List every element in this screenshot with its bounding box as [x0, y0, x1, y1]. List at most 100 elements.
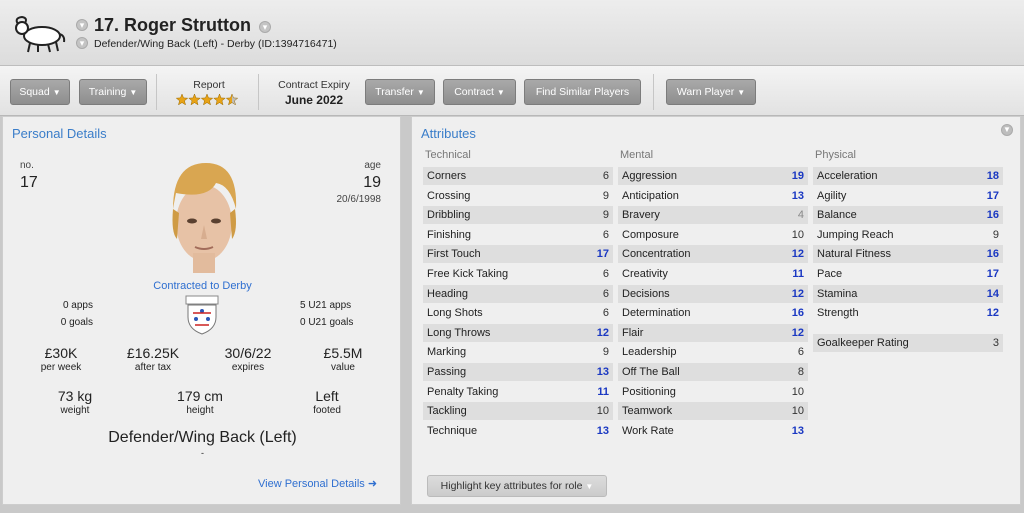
attribute-value: 10 — [791, 228, 804, 241]
attribute-name: Natural Fitness — [817, 248, 891, 261]
attribute-row: Agility 17 — [813, 187, 1003, 205]
wage-value: £30K — [44, 345, 78, 361]
attribute-name: Leadership — [622, 346, 677, 359]
player-name: 17. Roger Strutton — [94, 15, 252, 35]
attribute-name: Agility — [817, 189, 847, 202]
attribute-value: 6 — [602, 170, 609, 182]
attribute-row: Finishing 6 — [423, 226, 613, 244]
info-toggle-icon[interactable]: ▾ — [76, 19, 88, 31]
attribute-row: Off The Ball 8 — [618, 362, 808, 381]
technical-column: Technical Corners 6 Crossing 9 Dribbling 9 Fin… — [423, 149, 613, 441]
contract-expires-label: expires — [231, 362, 265, 373]
panel-options-icon[interactable]: ▼ — [1001, 124, 1013, 136]
attribute-row: Balance 16 — [813, 206, 1003, 225]
attribute-row: Acceleration 18 — [813, 167, 1003, 185]
player-header: ▾ ▾ 17. Roger Strutton ▾ Defender/Wing B… — [0, 0, 1024, 66]
attribute-row: Dribbling 9 — [423, 206, 613, 225]
attribute-value: 13 — [596, 424, 609, 437]
attribute-row: Long Shots 6 — [423, 304, 613, 322]
date-of-birth: 20/6/1998 — [336, 194, 382, 205]
report-label: Report — [193, 79, 225, 91]
attribute-value: 9 — [602, 189, 609, 202]
view-personal-details-link[interactable]: View Personal Details ➜ — [258, 477, 377, 490]
attribute-name: Finishing — [427, 228, 472, 241]
position-secondary: - — [201, 448, 204, 458]
attribute-row: Technique 13 — [423, 422, 613, 440]
squad-button[interactable]: Squad ▼ — [10, 79, 70, 105]
attribute-value: 14 — [986, 287, 999, 300]
attribute-value: 6 — [602, 287, 609, 300]
attribute-row: Jumping Reach 9 — [813, 226, 1003, 244]
highlight-key-attributes-button[interactable]: Highlight key attributes for role ▼ — [427, 475, 607, 497]
attribute-value: 3 — [992, 337, 999, 350]
market-value: £5.5M — [323, 345, 363, 361]
divider — [258, 74, 259, 110]
technical-header: Technical — [425, 149, 471, 161]
attribute-name: Crossing — [427, 189, 471, 202]
report-star-rating[interactable] — [176, 93, 240, 107]
attribute-value: 12 — [791, 287, 804, 300]
attribute-name: Concentration — [622, 248, 691, 261]
attribute-value: 17 — [596, 248, 609, 261]
attribute-value: 9 — [602, 346, 609, 359]
squad-number: 17 — [20, 174, 38, 191]
attribute-value: 11 — [792, 267, 804, 280]
attribute-name: Work Rate — [622, 424, 674, 437]
attribute-value: 10 — [791, 385, 804, 398]
attribute-row: Pace 17 — [813, 265, 1003, 283]
attribute-row: Aggression 19 — [618, 167, 808, 185]
attribute-row: First Touch 17 — [423, 245, 613, 264]
contract-button[interactable]: Contract ▼ — [443, 79, 516, 105]
player-name-dropdown-icon[interactable]: ▾ — [259, 21, 271, 33]
find-similar-players-button[interactable]: Find Similar Players — [524, 79, 641, 105]
attribute-name: Dribbling — [427, 209, 471, 222]
contract-expiry-value: June 2022 — [284, 93, 344, 107]
player-position: Defender/Wing Back (Left) — [108, 429, 297, 446]
age-label: age — [364, 160, 381, 171]
info-toggle-icon[interactable]: ▾ — [76, 37, 88, 49]
attribute-value: 16 — [791, 307, 804, 320]
market-value-label: value — [331, 362, 355, 373]
u21-apps: 5 U21 apps — [300, 300, 352, 311]
attribute-name: Long Throws — [427, 326, 491, 339]
attribute-row: Tackling 10 — [423, 402, 613, 421]
contract-expiry-label: Contract Expiry — [278, 79, 350, 91]
training-button[interactable]: Training ▼ — [79, 79, 147, 105]
attribute-value: 4 — [797, 209, 804, 222]
divider — [156, 74, 157, 110]
physical-header: Physical — [815, 149, 856, 161]
star-icon — [176, 93, 189, 106]
attribute-row: Decisions 12 — [618, 284, 808, 303]
attribute-name: Strength — [817, 307, 859, 320]
attribute-name: Penalty Taking — [427, 385, 499, 398]
attribute-row: Free Kick Taking 6 — [423, 265, 613, 283]
attribute-row: Teamwork 10 — [618, 402, 808, 421]
attribute-row: Passing 13 — [423, 362, 613, 381]
attribute-value: 11 — [597, 385, 609, 398]
star-icon — [225, 93, 239, 106]
preferred-foot-label: footed — [313, 405, 341, 416]
attribute-name: Stamina — [817, 287, 858, 300]
attribute-row: Bravery 4 — [618, 206, 808, 225]
attribute-value: 9 — [992, 228, 999, 241]
attribute-row: Composure 10 — [618, 226, 808, 244]
star-icon — [188, 93, 201, 106]
attribute-row: Creativity 11 — [618, 265, 808, 283]
attribute-name: First Touch — [427, 248, 481, 261]
attribute-row: Penalty Taking 11 — [423, 383, 613, 401]
attribute-value: 6 — [602, 267, 609, 280]
warn-player-button[interactable]: Warn Player ▼ — [666, 79, 756, 105]
attributes-panel: Attributes ▼ Technical Corners 6 Crossing 9… — [411, 116, 1021, 505]
transfer-button[interactable]: Transfer ▼ — [365, 79, 435, 105]
player-portrait — [172, 163, 237, 273]
contract-status-link[interactable]: Contracted to Derby — [3, 280, 402, 292]
panel-title: Attributes — [421, 126, 476, 141]
attribute-value: 9 — [602, 209, 609, 222]
attribute-name: Goalkeeper Rating — [817, 337, 909, 350]
divider — [653, 74, 654, 110]
attribute-value: 18 — [986, 170, 999, 182]
attribute-value: 16 — [986, 209, 999, 222]
attribute-row: Heading 6 — [423, 284, 613, 303]
attribute-row: Positioning 10 — [618, 383, 808, 401]
attribute-name: Determination — [622, 307, 691, 320]
